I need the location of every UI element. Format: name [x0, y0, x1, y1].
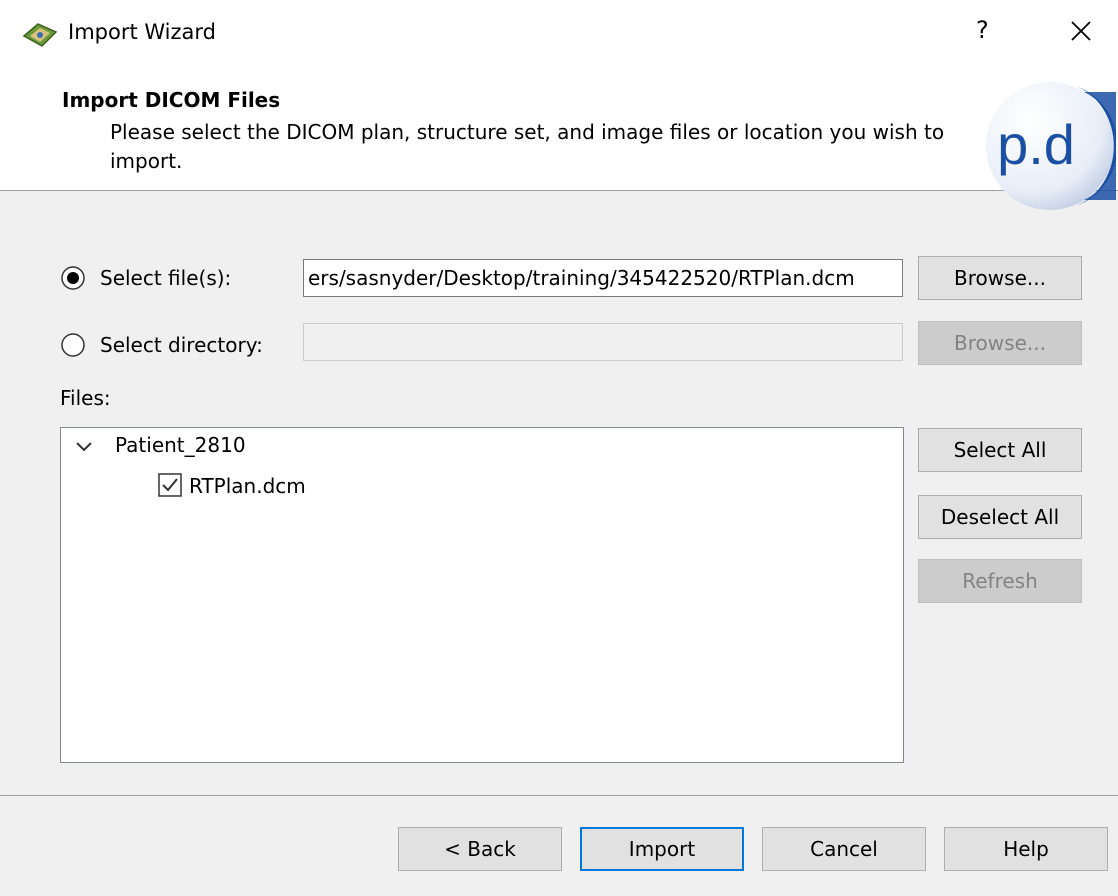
select-directory-label[interactable]: Select directory:	[100, 333, 263, 357]
cancel-button[interactable]: Cancel	[762, 827, 926, 871]
browse-files-button[interactable]: Browse...	[918, 256, 1082, 300]
browse-directory-button[interactable]: Browse...	[918, 321, 1082, 365]
footer-divider	[0, 795, 1118, 796]
app-icon	[22, 23, 58, 47]
close-icon[interactable]	[1064, 14, 1098, 48]
title-bar: Import Wizard ?	[0, 0, 1118, 70]
logo: p.d	[986, 82, 1116, 210]
select-directory-radio[interactable]	[60, 332, 86, 358]
back-button[interactable]: < Back	[398, 827, 562, 871]
select-files-radio[interactable]	[60, 265, 86, 291]
file-path-input[interactable]: ers/sasnyder/Desktop/training/345422520/…	[303, 259, 903, 297]
deselect-all-button[interactable]: Deselect All	[918, 495, 1082, 539]
chevron-down-icon[interactable]	[75, 440, 93, 454]
help-button[interactable]: Help	[944, 827, 1108, 871]
files-tree[interactable]: Patient_2810 RTPlan.dcm	[60, 427, 904, 763]
window-title: Import Wizard	[68, 20, 216, 44]
files-label: Files:	[60, 386, 111, 410]
select-files-label[interactable]: Select file(s):	[100, 266, 231, 290]
checkbox-checked-icon[interactable]	[158, 473, 182, 497]
help-icon[interactable]: ?	[976, 16, 989, 44]
wizard-header: Import DICOM Files Please select the DIC…	[0, 70, 1118, 210]
select-all-button[interactable]: Select All	[918, 428, 1082, 472]
refresh-button[interactable]: Refresh	[918, 559, 1082, 603]
logo-text: p.d	[997, 113, 1075, 176]
tree-node-file[interactable]: RTPlan.dcm	[189, 474, 306, 498]
import-button[interactable]: Import	[580, 827, 744, 871]
tree-node-patient[interactable]: Patient_2810	[115, 433, 246, 457]
directory-path-input[interactable]	[303, 323, 903, 361]
page-description: Please select the DICOM plan, structure …	[110, 120, 945, 173]
page-title: Import DICOM Files	[62, 88, 281, 112]
